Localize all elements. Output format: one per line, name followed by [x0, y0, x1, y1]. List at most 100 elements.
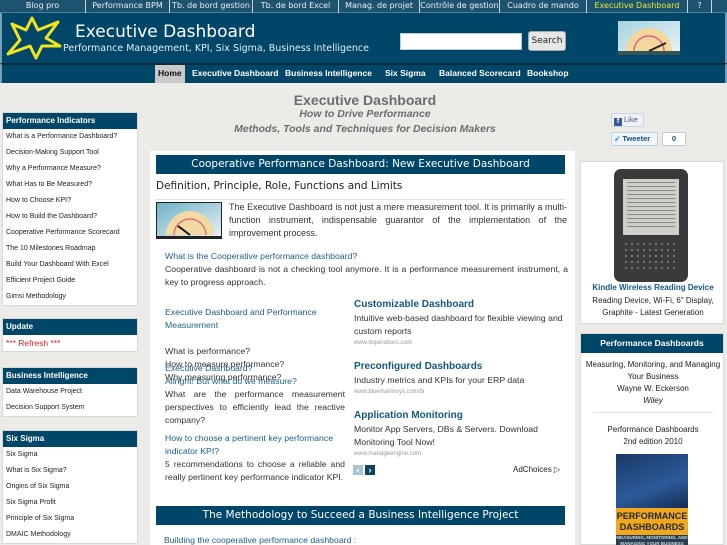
refresh-link[interactable]: *** Refresh *** [3, 335, 137, 351]
kindle-image[interactable] [614, 169, 688, 282]
sidebar-item[interactable]: DMAIC Methodology [3, 527, 137, 543]
section-title[interactable]: Cooperative Performance Dashboard: New E… [156, 155, 565, 174]
tweet-button[interactable]: ➶ Tweeter [611, 132, 658, 146]
book-title[interactable]: Performance Dashboards [581, 424, 725, 436]
sidebar-heading: Performance Indicators [3, 113, 137, 129]
nav-home[interactable]: Home [155, 65, 185, 83]
chevron-left-icon[interactable]: ‹ [353, 465, 363, 475]
book-box-title: Performance Dashboards [581, 334, 723, 353]
sidebar-item[interactable]: Cooperative Performance Scorecard [3, 225, 137, 241]
sidebar-item[interactable]: Build Your Dashboard With Excel [3, 257, 137, 273]
book-box: Performance Dashboards Measuring, Monito… [580, 333, 724, 545]
sidebar-item[interactable]: How to Choose KPI? [3, 193, 137, 209]
nav-six-sigma[interactable]: Six Sigma [382, 65, 429, 83]
book-publisher: Wiley [643, 396, 663, 405]
sidebar-item[interactable]: Six Sigma [3, 447, 137, 463]
tweet-count: 0 [662, 132, 686, 146]
nav-balanced-scorecard[interactable]: Balanced Scorecard [436, 65, 524, 83]
article-link[interactable]: Executive Dashboard? [165, 362, 345, 375]
sidebar-heading: Six Sigma [3, 431, 137, 447]
intro-text: The Executive Dashboard is not just a me… [229, 202, 567, 238]
sidebar-item[interactable]: Why a Performance Measure? [3, 161, 137, 177]
top-link-help[interactable]: ? [688, 0, 712, 13]
top-link-controle-gestion[interactable]: Contrôle de gestion [420, 0, 500, 13]
search-button[interactable]: Search [528, 31, 566, 51]
article-link[interactable]: Executive Dashboard and Performance Meas… [165, 306, 345, 332]
kindle-ad[interactable]: Kindle Wireless Reading Device Reading D… [580, 161, 724, 324]
top-link-project-management[interactable]: Manag. de projet [339, 0, 420, 13]
star-burst-icon[interactable] [6, 16, 62, 60]
ad-url[interactable]: www.bluemarlinsys.com/bi [354, 387, 564, 398]
hero-tagline: How to Drive Performance [299, 108, 431, 120]
top-link-executive-dashboard[interactable]: Executive Dashboard [587, 0, 688, 13]
section-title[interactable]: The Methodology to Succeed a Business In… [156, 506, 565, 525]
article-link[interactable]: What is the Cooperative performance dash… [165, 250, 568, 263]
book-edition: 2nd edition 2010 [623, 437, 683, 446]
hero-tagline-2: Methods, Tools and Techniques for Decisi… [234, 123, 496, 135]
ad-item[interactable]: Customizable Dashboard Intuitive web-bas… [354, 298, 564, 349]
kindle-title[interactable]: Kindle Wireless Reading Device [581, 283, 725, 292]
article-block: How to choose a pertinent key performanc… [165, 432, 345, 484]
sidebar-item[interactable]: What Has to Be Measured? [3, 177, 137, 193]
twitter-bird-icon: ➶ [614, 134, 621, 143]
section-subtitle: Definition, Principle, Role, Functions a… [156, 180, 403, 192]
sidebar-item[interactable]: Gimsi Methodology [3, 289, 137, 305]
divider [593, 412, 713, 413]
top-link-tb-excel[interactable]: Tb. de bord Excel [253, 0, 339, 13]
divider [156, 199, 565, 200]
article-text: Cooperative dashboard is not a checking … [165, 264, 568, 287]
article-text: What are the performance measurement per… [165, 389, 345, 425]
facebook-icon: f [614, 118, 622, 126]
article-link[interactable]: Building the cooperative performance das… [164, 535, 356, 545]
ad-title[interactable]: Preconfigured Dashboards [354, 360, 564, 374]
sidebar-six-sigma: Six Sigma Six Sigma What is Six Sigma? O… [2, 430, 138, 544]
article-link[interactable]: Allright! But what do we measure? [165, 375, 345, 388]
ad-pagination: ‹ › [353, 465, 375, 475]
hero-title: Executive Dashboard [293, 92, 437, 108]
sidebar-item[interactable]: Principle of Six Sigma [3, 511, 137, 527]
gauge-image [156, 202, 222, 239]
sidebar-item[interactable]: Six Sigma Profit [3, 495, 137, 511]
sidebar-item[interactable]: What is Six Sigma? [3, 463, 137, 479]
nav-bookshop[interactable]: Bookshop [524, 65, 572, 83]
top-link-cuadro-de-mando[interactable]: Cuadro de mando [500, 0, 587, 13]
facebook-like-button[interactable]: f Like [611, 113, 644, 127]
ad-description: Industry metrics and KPIs for your ERP d… [354, 375, 525, 385]
sidebar-business-intelligence: Business Intelligence Data Warehouse Pro… [2, 367, 138, 417]
nav-business-intelligence[interactable]: Business Intelligence [282, 65, 375, 83]
main-nav: Home Executive Dashboard Business Intell… [0, 63, 727, 83]
sidebar-item[interactable]: How to Build the Dashboard? [3, 209, 137, 225]
sidebar-performance-indicators: Performance Indicators What is a Perform… [2, 112, 138, 306]
top-link-tb-gestion[interactable]: Tb. de bord gestion [170, 0, 253, 13]
site-title[interactable]: Executive Dashboard [75, 22, 255, 42]
search-input[interactable] [400, 33, 522, 50]
adchoices-link[interactable]: AdChoices ▷ [513, 465, 560, 474]
article-link[interactable]: How to choose a pertinent key performanc… [165, 432, 345, 458]
ad-description: Intuitive web-based dashboard for flexib… [354, 313, 563, 336]
ad-item[interactable]: Preconfigured Dashboards Industry metric… [354, 360, 564, 398]
sidebar-item[interactable]: Decision-Making Support Tool [3, 145, 137, 161]
kindle-description: Reading Device, Wi-Fi, 6" Display, Graph… [592, 296, 714, 317]
ad-item[interactable]: Application Monitoring Monitor App Serve… [354, 409, 564, 460]
sidebar-item[interactable]: Origins of Six Sigma [3, 479, 137, 495]
article-block: Executive Dashboard? Allright! But what … [165, 362, 345, 427]
book-author: Wayne W. Eckerson [617, 384, 689, 393]
ad-url[interactable]: www.itoperations.com [354, 338, 564, 349]
top-link-blog-pro[interactable]: Blog pro [0, 0, 86, 13]
sidebar-heading: Business Intelligence [3, 368, 137, 384]
sidebar-item[interactable]: What is a Performance Dashboard? [3, 129, 137, 145]
nav-executive-dashboard[interactable]: Executive Dashboard [189, 65, 281, 83]
ad-description: Monitor App Servers, DBs & Servers. Down… [354, 424, 538, 447]
book-cover[interactable]: PERFORMANCE DASHBOARDS MEASURING, MONITO… [616, 454, 688, 545]
ad-title[interactable]: Customizable Dashboard [354, 298, 564, 312]
chevron-right-icon[interactable]: › [365, 465, 375, 475]
book-description: Measuring, Monitoring, and Managing Your… [585, 360, 721, 381]
sidebar-item[interactable]: Decision Support System [3, 400, 137, 416]
sidebar-update: Update *** Refresh *** [2, 318, 138, 352]
sidebar-item[interactable]: Efficient Project Guide [3, 273, 137, 289]
sidebar-item[interactable]: Data Warehouse Project [3, 384, 137, 400]
top-link-performance-bpm[interactable]: Performance BPM [86, 0, 170, 13]
ad-title[interactable]: Application Monitoring [354, 409, 564, 423]
ad-url[interactable]: www.manageengine.com [354, 449, 564, 460]
sidebar-item[interactable]: The 10 Milestones Roadmap [3, 241, 137, 257]
